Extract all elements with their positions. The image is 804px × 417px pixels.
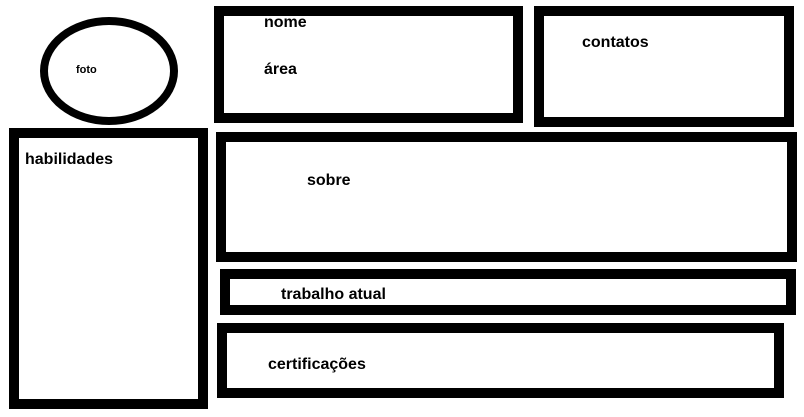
certifications-label: certificações <box>268 356 366 373</box>
about-box <box>216 132 797 262</box>
name-label: nome <box>264 14 307 31</box>
contacts-box <box>534 6 794 127</box>
skills-label: habilidades <box>25 151 114 168</box>
contacts-label: contatos <box>582 34 649 51</box>
area-label: área <box>264 61 297 78</box>
photo-label: foto <box>76 64 97 76</box>
identity-box <box>214 6 523 123</box>
skills-box <box>9 128 208 409</box>
photo-placeholder <box>40 17 178 125</box>
current-job-label: trabalho atual <box>281 286 386 303</box>
about-label: sobre <box>307 172 351 189</box>
